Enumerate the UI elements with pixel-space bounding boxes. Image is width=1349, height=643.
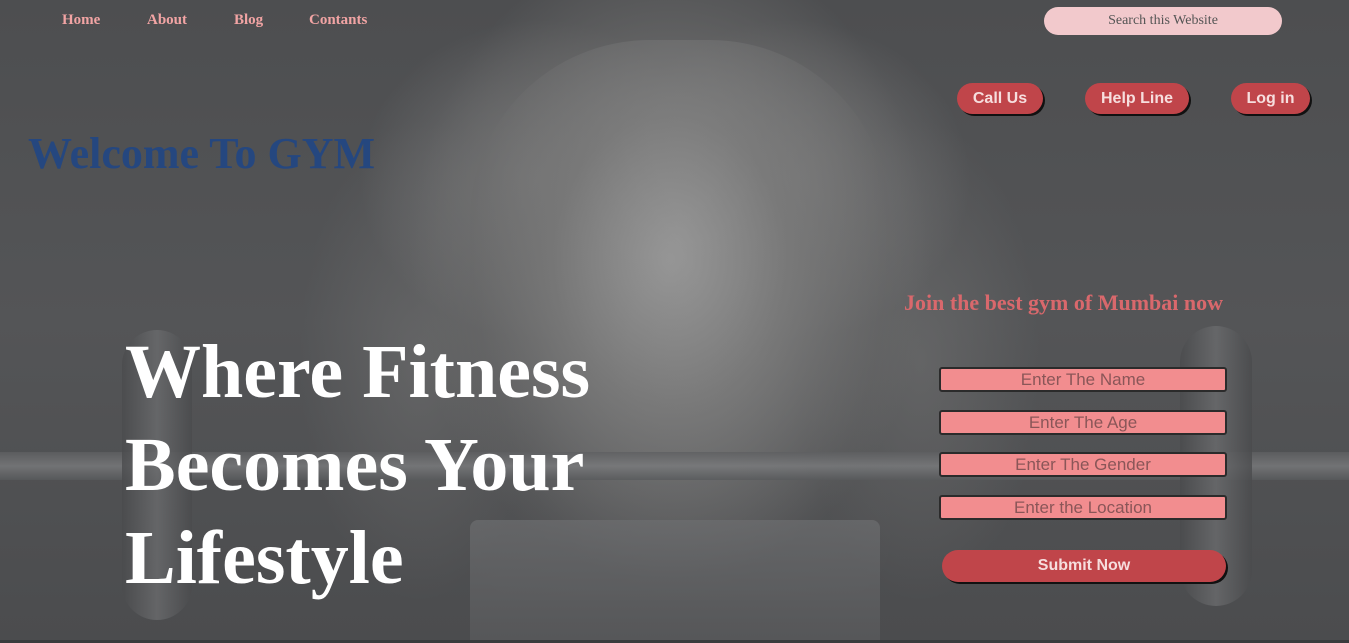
welcome-heading: Welcome To GYM — [28, 129, 376, 178]
hero-headline: Where Fitness Becomes Your Lifestyle — [125, 326, 685, 605]
nav-link-blog[interactable]: Blog — [234, 12, 263, 29]
hero-line-3: Lifestyle — [125, 516, 404, 600]
age-field[interactable] — [939, 410, 1227, 435]
location-field[interactable] — [939, 495, 1227, 520]
call-us-button[interactable]: Call Us — [957, 83, 1043, 114]
hero-line-2: Becomes Your — [125, 423, 585, 507]
nav-link-home[interactable]: Home — [62, 12, 100, 29]
nav-link-contacts[interactable]: Contants — [309, 12, 367, 29]
submit-button[interactable]: Submit Now — [942, 550, 1226, 582]
gender-field[interactable] — [939, 452, 1227, 477]
name-field[interactable] — [939, 367, 1227, 392]
nav-link-about[interactable]: About — [147, 12, 187, 29]
join-heading: Join the best gym of Mumbai now — [904, 290, 1224, 315]
search-input[interactable] — [1044, 7, 1282, 35]
hero-line-1: Where Fitness — [125, 330, 591, 414]
login-button[interactable]: Log in — [1231, 83, 1310, 114]
help-line-button[interactable]: Help Line — [1085, 83, 1189, 114]
